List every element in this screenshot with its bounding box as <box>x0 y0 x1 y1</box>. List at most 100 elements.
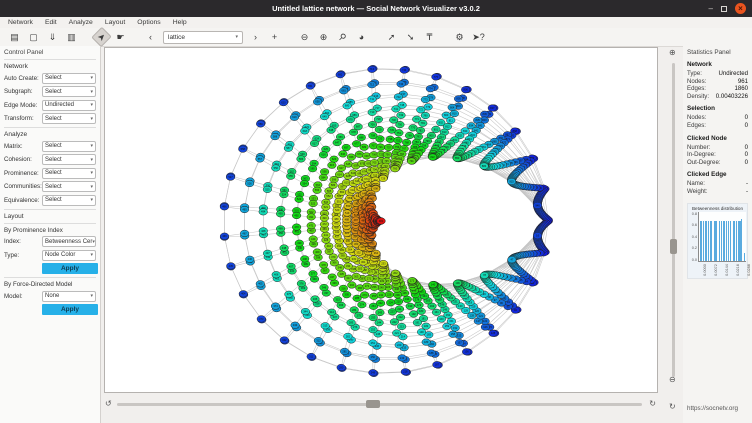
network-node[interactable]: 524 <box>280 191 289 198</box>
network-node[interactable]: 180 <box>417 308 426 315</box>
network-node[interactable]: 782 <box>416 127 425 134</box>
network-node[interactable]: 378 <box>319 262 328 269</box>
network-node[interactable]: 233 <box>379 260 388 267</box>
network-node[interactable]: 313 <box>321 323 330 330</box>
network-node[interactable]: 584 <box>319 174 328 181</box>
network-node[interactable]: 705 <box>370 159 379 166</box>
network-node[interactable]: 160 <box>437 316 446 323</box>
network-node[interactable]: 407 <box>287 263 296 270</box>
network-node[interactable]: 488 <box>343 216 352 223</box>
network-node[interactable]: 493 <box>276 211 285 218</box>
network-node[interactable]: 410 <box>325 243 334 250</box>
pointer-tool-icon[interactable]: ➤ <box>91 27 112 48</box>
network-node[interactable]: 342 <box>280 337 289 344</box>
network-node[interactable]: 194 <box>403 296 412 303</box>
network-node[interactable]: 218 <box>401 369 410 376</box>
network-node[interactable]: 302 <box>356 265 365 272</box>
network-node[interactable]: 16 <box>533 232 542 239</box>
network-node[interactable]: 553 <box>313 187 322 194</box>
network-node[interactable]: 347 <box>328 274 337 281</box>
network-node[interactable]: 491 <box>307 214 316 221</box>
network-node[interactable]: 853 <box>453 155 462 162</box>
network-node[interactable]: 489 <box>332 216 341 223</box>
network-node[interactable]: 618 <box>301 128 310 135</box>
search-node-icon[interactable]: ⚲ <box>332 27 353 48</box>
network-node[interactable]: 712 <box>368 81 377 88</box>
network-node[interactable]: 677 <box>352 141 361 148</box>
network-node[interactable]: 805 <box>454 96 463 103</box>
network-node[interactable]: 915 <box>507 178 516 185</box>
network-node[interactable]: 649 <box>320 113 329 120</box>
network-node[interactable]: 522 <box>309 200 318 207</box>
network-node[interactable]: 472 <box>320 221 329 228</box>
network-node[interactable]: 212 <box>396 314 405 321</box>
subgraph-select[interactable]: Select▾ <box>42 86 96 97</box>
network-node[interactable]: 225 <box>385 291 394 298</box>
network-node[interactable]: 376 <box>297 280 306 287</box>
next-relation-icon[interactable]: › <box>248 30 263 44</box>
network-node[interactable]: 336 <box>330 280 339 287</box>
network-node[interactable]: 682 <box>336 71 345 78</box>
remove-node-icon[interactable]: ⊖ <box>297 30 312 44</box>
network-node[interactable]: 709 <box>368 121 377 128</box>
network-node[interactable]: 314 <box>327 309 336 316</box>
network-node[interactable]: 744 <box>400 67 409 74</box>
network-node[interactable]: 689 <box>360 144 369 151</box>
network-node[interactable]: 521 <box>322 204 331 211</box>
network-node[interactable]: 125 <box>489 330 498 337</box>
relayout-icon[interactable]: ◕ <box>354 30 369 44</box>
graph-canvas[interactable]: 1319319612303262900930932960329639386989… <box>104 47 658 393</box>
network-node[interactable]: 837 <box>488 105 497 112</box>
network-node[interactable]: 681 <box>339 88 348 95</box>
network-node[interactable]: 738 <box>386 136 395 143</box>
network-node[interactable]: 251 <box>369 340 378 347</box>
zoom-slider-track[interactable] <box>672 63 675 377</box>
network-node[interactable]: 658 <box>347 154 356 161</box>
network-node[interactable]: 439 <box>295 240 304 247</box>
add-relation-icon[interactable]: + <box>267 30 282 44</box>
network-node[interactable]: 710 <box>368 109 377 116</box>
network-node[interactable]: 441 <box>322 232 331 239</box>
network-node[interactable]: 626 <box>330 156 339 163</box>
network-node[interactable]: 189 <box>422 339 431 346</box>
network-node[interactable]: 211 <box>395 306 404 313</box>
zoom-slider-handle[interactable] <box>670 239 677 254</box>
network-node[interactable]: 202 <box>391 270 400 277</box>
network-node[interactable]: 588 <box>271 133 280 140</box>
add-edge-icon[interactable]: ➚ <box>384 30 399 44</box>
network-node[interactable]: 527 <box>226 174 235 181</box>
network-node[interactable]: 140 <box>429 281 438 288</box>
network-node[interactable]: 193 <box>406 303 415 310</box>
network-node[interactable]: 468 <box>259 228 268 235</box>
type-select[interactable]: Node Color ▾ <box>42 250 96 261</box>
network-node[interactable]: 719 <box>375 126 384 133</box>
open-network-icon[interactable]: ▢ <box>26 30 41 44</box>
network-node[interactable]: 647 <box>333 139 342 146</box>
remove-edge-icon[interactable]: ➘ <box>403 30 418 44</box>
network-node[interactable]: 679 <box>346 116 355 123</box>
zoom-in-icon[interactable]: ⊕ <box>669 48 676 58</box>
network-node[interactable]: 467 <box>240 230 249 237</box>
network-node[interactable]: 711 <box>368 96 377 103</box>
network-node[interactable]: 742 <box>394 94 403 101</box>
network-node[interactable]: 249 <box>369 369 378 376</box>
network-node[interactable]: 158 <box>449 331 458 338</box>
network-node[interactable]: 616 <box>319 152 328 159</box>
network-node[interactable]: 556 <box>272 165 281 172</box>
network-node[interactable]: 404 <box>239 291 248 298</box>
menu-help[interactable]: Help <box>173 19 187 26</box>
network-node[interactable]: 688 <box>357 134 366 141</box>
rotation-slider-handle[interactable] <box>366 400 380 408</box>
network-node[interactable]: 466 <box>220 233 229 240</box>
help-pointer-icon[interactable]: ➤? <box>471 30 486 44</box>
network-node[interactable]: 492 <box>292 212 301 219</box>
network-node[interactable]: 151 <box>447 318 456 325</box>
network-node[interactable]: 274 <box>358 301 367 308</box>
relation-select[interactable]: lattice▾ <box>163 31 243 44</box>
hand-tool-icon[interactable]: ☛ <box>113 30 128 44</box>
network-node[interactable]: 190 <box>417 329 426 336</box>
network-node[interactable]: 312 <box>314 337 323 344</box>
network-node[interactable]: 303 <box>352 273 361 280</box>
network-node[interactable]: 470 <box>292 224 301 231</box>
network-node[interactable]: 157 <box>455 339 464 346</box>
